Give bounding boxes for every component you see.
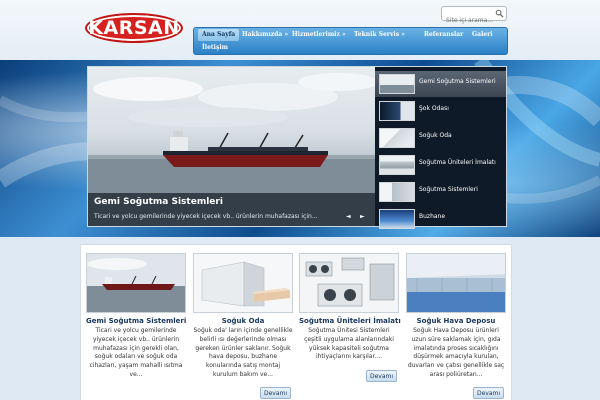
read-more-button[interactable]: Devamı bbox=[260, 387, 292, 399]
card-title[interactable]: Soğuk Hava Deposu bbox=[406, 317, 506, 325]
thumb-label: Şok Odası bbox=[419, 105, 449, 112]
logo-text: KARSAN bbox=[88, 17, 180, 39]
slide-caption: Gemi Soğutma Sistemleri Ticari ve yolcu … bbox=[88, 193, 375, 226]
nav-item-about[interactable]: Hakkımızda » bbox=[238, 29, 292, 41]
nav-item-technical-service[interactable]: Teknik Servis » bbox=[350, 29, 409, 41]
nav-item-contact[interactable]: İletişim bbox=[198, 42, 232, 54]
cold-room-photo bbox=[201, 261, 290, 307]
read-more-button[interactable]: Devamı bbox=[473, 387, 505, 399]
nav-item-gallery[interactable]: Galeri bbox=[468, 29, 497, 41]
thumb-image bbox=[379, 101, 415, 121]
service-card-cold-storage: Soğuk Hava Deposu Soğuk Hava Deposu ürün… bbox=[406, 253, 506, 400]
slider-prev-icon[interactable]: ◄ bbox=[346, 213, 351, 220]
service-card-cold-room: Soğuk Oda Soğuk oda' ların içinde genell… bbox=[193, 253, 293, 400]
card-text: Soğuk oda' ların içinde genellikle belir… bbox=[193, 327, 293, 378]
search-input[interactable] bbox=[442, 14, 496, 27]
thumb-label: Soğutma Sistemleri bbox=[419, 186, 478, 193]
card-title[interactable]: Soğutma Üniteleri İmalatı bbox=[299, 317, 401, 325]
thumb-ship-cooling[interactable]: Gemi Soğutma Sistemleri bbox=[375, 71, 506, 97]
card-image-warehouse[interactable] bbox=[406, 253, 506, 313]
search-icon[interactable] bbox=[495, 9, 504, 18]
thumb-image bbox=[379, 74, 415, 94]
thumb-label: Soğuk Oda bbox=[419, 132, 452, 139]
thumb-ice-house[interactable]: Buzhane bbox=[375, 206, 506, 232]
card-title[interactable]: Gemi Soğutma Sistemleri bbox=[86, 317, 186, 325]
karsan-logo[interactable]: KARSAN bbox=[85, 13, 183, 43]
thumb-unit-manufacturing[interactable]: Soğutma Üniteleri İmalatı bbox=[375, 152, 506, 178]
card-title[interactable]: Soğuk Oda bbox=[193, 317, 293, 325]
slider-thumbnails: Gemi Soğutma Sistemleri Şok Odası Soğuk … bbox=[375, 67, 506, 229]
thumb-shock-room[interactable]: Şok Odası bbox=[375, 98, 506, 124]
services-panel: Gemi Soğutma Sistemleri Ticari ve yolcu … bbox=[80, 244, 512, 400]
service-card-ship-cooling: Gemi Soğutma Sistemleri Ticari ve yolcu … bbox=[86, 253, 186, 400]
slide-description: Ticari ve yolcu gemilerinde yiyecek içec… bbox=[94, 213, 318, 220]
cooling-units-photo bbox=[305, 257, 395, 307]
nav-item-references[interactable]: Referanslar bbox=[420, 29, 467, 41]
slide-main-image[interactable]: Gemi Soğutma Sistemleri Ticari ve yolcu … bbox=[88, 67, 375, 226]
nav-item-services[interactable]: Hizmetlerimiz » bbox=[288, 29, 350, 41]
card-text: Soğutma Ünitesi Sistemleri çeşitli uygul… bbox=[304, 327, 394, 361]
featured-slider: Gemi Soğutma Sistemleri Ticari ve yolcu … bbox=[87, 66, 507, 229]
search-box bbox=[441, 6, 507, 27]
header: KARSAN Ana Sayfa Hakkımızda » Hizmetleri… bbox=[0, 0, 600, 60]
slider-next-icon[interactable]: ► bbox=[360, 213, 365, 220]
thumb-label: Soğutma Üniteleri İmalatı bbox=[419, 159, 496, 166]
card-image-units[interactable] bbox=[299, 253, 399, 313]
thumb-label: Buzhane bbox=[419, 213, 446, 220]
thumb-cooling-systems[interactable]: Soğutma Sistemleri bbox=[375, 179, 506, 205]
warehouse-photo bbox=[407, 254, 505, 312]
nav-item-home[interactable]: Ana Sayfa bbox=[198, 29, 240, 41]
thumb-image bbox=[379, 128, 415, 148]
card-text: Soğuk Hava Deposu ürünleri uzun süre sak… bbox=[407, 327, 505, 378]
thumb-label: Gemi Soğutma Sistemleri bbox=[419, 78, 496, 85]
thumb-image bbox=[379, 209, 415, 229]
thumb-image bbox=[379, 155, 415, 175]
main-nav: Ana Sayfa Hakkımızda » Hizmetlerimiz » T… bbox=[193, 27, 508, 55]
card-image-ship[interactable] bbox=[86, 253, 186, 313]
thumb-image bbox=[379, 182, 415, 202]
thumb-cold-room[interactable]: Soğuk Oda bbox=[375, 125, 506, 151]
read-more-button[interactable]: Devamı bbox=[366, 370, 398, 382]
card-text: Ticari ve yolcu gemilerinde yiyecek içec… bbox=[89, 327, 183, 378]
card-image-cold-room[interactable] bbox=[193, 253, 293, 313]
ship-photo bbox=[87, 254, 185, 312]
slide-title[interactable]: Gemi Soğutma Sistemleri bbox=[94, 197, 223, 207]
